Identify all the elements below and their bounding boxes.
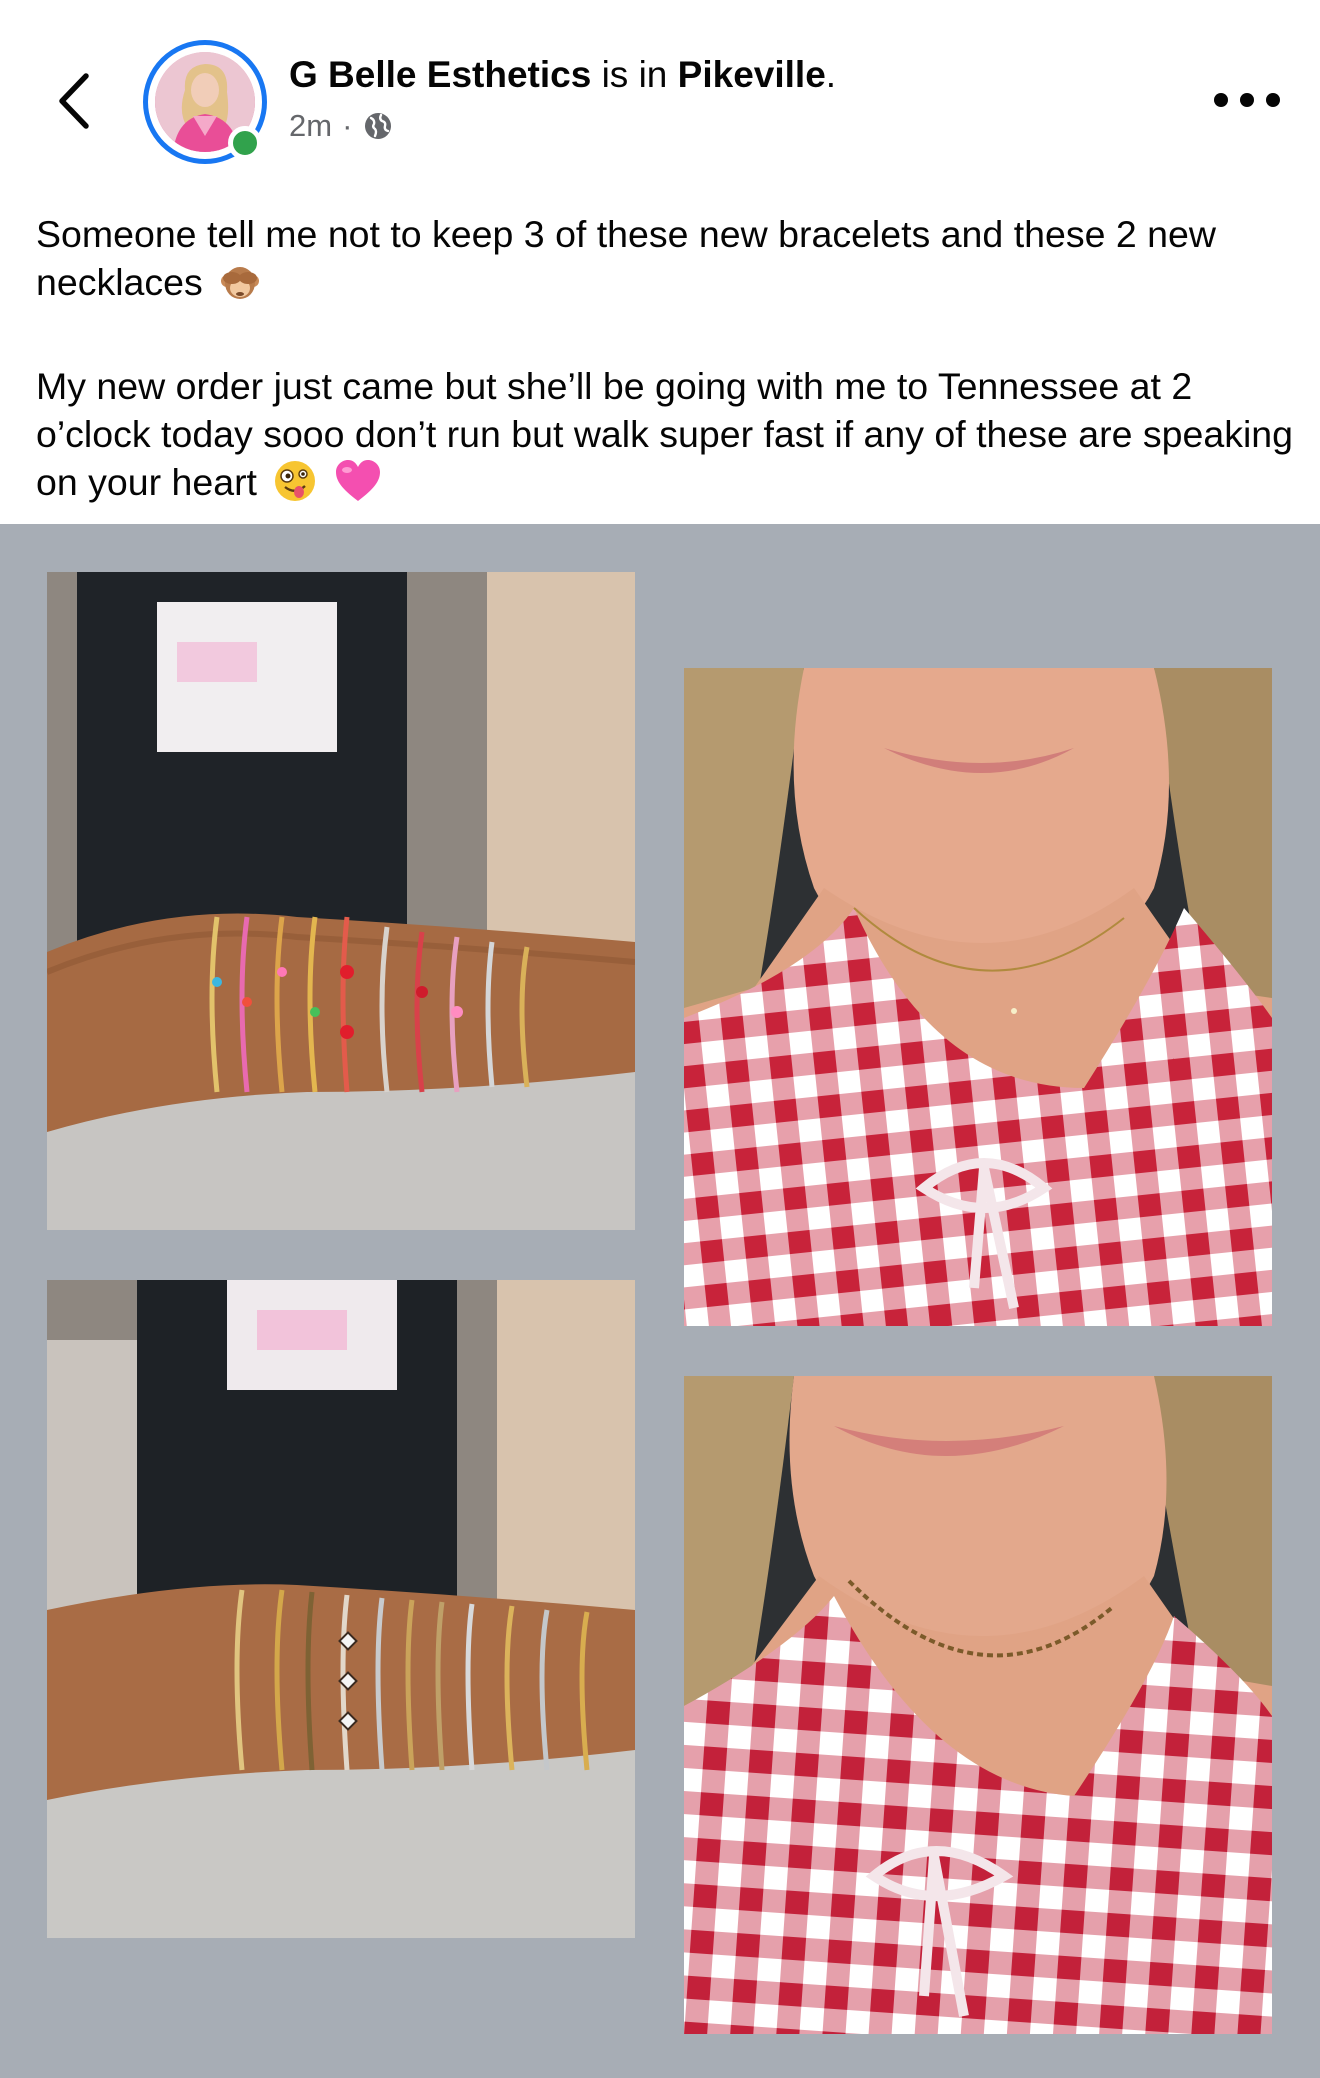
photo-gallery xyxy=(0,524,1320,2078)
globe-icon xyxy=(365,113,392,139)
meta-separator: · xyxy=(342,108,353,143)
post-header: G Belle Esthetics is in Pikeville. 2m · xyxy=(0,0,1320,190)
photo-bracelets-gold-silver[interactable] xyxy=(47,1280,635,1938)
zany-face-emoji xyxy=(273,459,317,514)
title-punct: . xyxy=(825,54,837,95)
location-connector: is in xyxy=(601,54,668,95)
more-dot xyxy=(1266,93,1280,107)
pink-heart-emoji xyxy=(334,459,382,514)
post-title: G Belle Esthetics is in Pikeville. xyxy=(289,54,836,96)
photo-necklace-beaded[interactable] xyxy=(684,1376,1272,2034)
author-name[interactable]: G Belle Esthetics xyxy=(289,54,591,95)
more-options-icon xyxy=(1214,93,1228,107)
post-text-line-1: Someone tell me not to keep 3 of these n… xyxy=(36,213,1216,303)
see-no-evil-monkey-emoji xyxy=(219,261,261,314)
back-button[interactable] xyxy=(46,66,100,136)
post-timestamp[interactable]: 2m xyxy=(289,108,332,144)
post-meta: 2m · xyxy=(289,108,394,144)
online-status-dot xyxy=(228,126,262,160)
more-options-button[interactable] xyxy=(1214,84,1280,116)
chevron-left-icon xyxy=(59,73,89,129)
photo-necklace-dainty[interactable] xyxy=(684,668,1272,1326)
more-dot xyxy=(1240,93,1254,107)
post-body: Someone tell me not to keep 3 of these n… xyxy=(36,210,1296,514)
location-name[interactable]: Pikeville xyxy=(678,54,826,95)
profile-avatar[interactable] xyxy=(143,40,267,164)
post-text-paragraph-1: Someone tell me not to keep 3 of these n… xyxy=(36,210,1296,314)
post-text-line-2: My new order just came but she’ll be goi… xyxy=(36,365,1293,503)
post-text-paragraph-2: My new order just came but she’ll be goi… xyxy=(36,362,1296,514)
photo-bracelets-colorful[interactable] xyxy=(47,572,635,1230)
